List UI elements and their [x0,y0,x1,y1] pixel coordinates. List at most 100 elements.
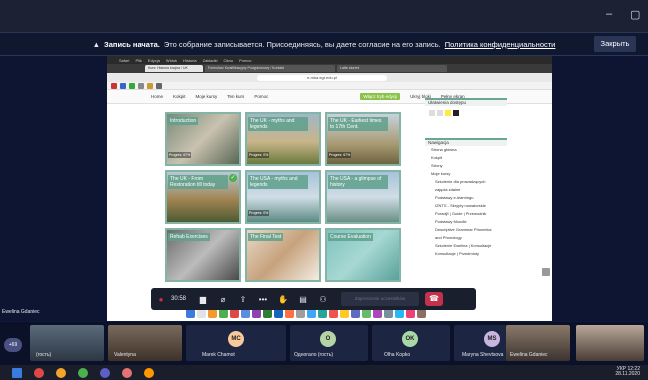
bookmark-icon [138,82,144,89]
font-size-icon [429,110,435,116]
app-icon[interactable] [144,367,154,378]
teams-icon[interactable] [100,367,110,378]
browser-tabs: Kurs: Historia krajów / UK Formularz Kwa… [107,64,552,73]
hang-up-button[interactable]: ☎ [425,292,443,306]
course-tile: The Final Test [245,228,321,282]
participants-strip: +69 (гость) Valentyna MC Marek Chamot O … [0,322,648,365]
font-size-icon [437,110,443,116]
browser-tab: Formularz Kwalifikacyjny Podyplomowy / K… [205,65,335,72]
tile-label: Introduction [168,117,199,125]
nav-header: Nawigacja [425,138,507,146]
menu-item: Okno [223,57,234,63]
avatar: MC [228,331,244,347]
bookmark-icon [120,82,126,89]
app-icon[interactable] [56,367,66,378]
participant-tile[interactable] [576,325,644,361]
avatar: O [320,331,336,347]
menu-item: Edycja [147,57,160,63]
recording-message: Это собрание записывается. Присоединяясь… [163,39,441,49]
menu-item: Zakładki [202,57,218,63]
menu-item: Widok [165,57,178,63]
app-icon[interactable] [122,367,132,378]
browser-tab: Latte aiorenl [337,65,447,72]
nav-tree-item: Szkolenie dla prowadzących [435,179,486,184]
share-screen-icon[interactable]: ⇪ [233,295,253,304]
tile-label: The UK - Earliest times to 17th Cent. [328,117,388,131]
bookmark-icon [129,82,135,89]
participant-name: Maryna Shevtsova [462,352,504,358]
close-banner-button[interactable]: Закрыть [594,36,636,52]
nav-tree-item: Moje kursy [431,171,451,176]
contrast-icon [445,110,451,116]
more-participants-badge[interactable]: +69 [4,338,22,352]
participant-tile[interactable]: Valentyna [108,325,182,361]
app-icon[interactable] [78,367,88,378]
app-icon[interactable] [34,367,44,378]
tile-progress: Progres: 67% [168,152,192,158]
address-bar: e-mka.egt.edu.pl [257,74,387,81]
mic-icon[interactable]: ⌀ [213,295,233,304]
course-tile: Course Evaluation [325,228,401,282]
tile-label: The UK - myths and legends [248,117,308,131]
shared-browser-window: Safari Plik Edycja Widok Historia Zakład… [107,56,552,321]
nav-home: Home [151,94,164,99]
nav-tree-item: and Phonology [435,235,462,240]
start-icon[interactable] [12,367,22,378]
bookmark-icon [156,82,162,89]
participant-name: Valentyna [114,352,136,358]
nav-tree-item: Strona główna [431,147,457,152]
participants-icon[interactable]: ⚇ [313,295,333,304]
participant-tile[interactable]: O Одногало (гость) [290,325,368,361]
access-header: Ułatwienia dostępu [425,98,507,106]
bookmarks-bar [107,82,552,90]
tile-label: Course Evaluation [328,233,373,241]
nav-tree-item: Poradỹi | Guide | Przewodnik [435,211,487,216]
raise-hand-icon[interactable]: ✋ [273,295,293,304]
recording-title: Запись начата. [104,39,160,49]
access-controls [425,106,507,134]
nav-tree-item: Podstawy Moodle [435,219,467,224]
nav-tree-item: Strony [431,163,443,168]
tile-progress: Progres: 67% [328,152,352,158]
course-tile: The UK - Earliest times to 17th Cent. Pr… [325,112,401,166]
privacy-policy-link[interactable]: Политика конфиденциальности [445,40,556,49]
participant-name: Одногало (гость) [294,352,334,358]
nav-tree-item: Descriptive Grammar Phonetics [435,227,492,232]
maximize-icon[interactable]: ▢ [630,8,640,21]
tile-progress: Progres: 0% [248,152,270,158]
bookmark-icon [111,82,117,89]
participant-tile[interactable]: (гость) [30,325,104,361]
tile-label: The Final Test [248,233,284,241]
call-timer: 30:58 [171,296,187,302]
mac-menubar: Safari Plik Edycja Widok Historia Zakład… [107,56,552,64]
participant-tile[interactable]: MC Marek Chamot [186,325,286,361]
contrast-icon [453,110,459,116]
course-tile: The USA - a glimpse of history [325,170,401,224]
nav-kokpit: Kokpit [173,94,186,99]
menu-item: Safari [119,57,130,63]
participant-name: Marek Chamot [202,352,235,358]
minimize-icon[interactable]: – [606,8,612,20]
nav-tree-item: Szkolenie Ewelina | Konsultacje [435,243,492,248]
tile-label: The USA - a glimpse of history [328,175,388,189]
more-icon[interactable]: ••• [253,295,273,304]
camera-icon[interactable]: ▆ [193,295,213,304]
recording-banner: ▲ Запись начата. Это собрание записывает… [0,32,648,56]
shared-screen-stage: Safari Plik Edycja Widok Historia Zakład… [0,56,648,321]
scroll-icon[interactable] [542,268,550,276]
tile-progress: Progres: 0% [248,210,270,216]
record-icon: ● [158,294,164,304]
bookmark-icon [147,82,153,89]
tile-label: The UK - From Restoration till today [168,175,228,189]
course-sidebar: Ułatwienia dostępu Nawigacja Strona głów… [425,98,507,258]
participant-tile[interactable]: OK Olha Kopko [372,325,450,361]
avatar: OK [402,331,418,347]
course-tile: The UK - From Restoration till today ✓ [165,170,241,224]
clock-date: 28.11.2020 [615,371,640,377]
invite-field[interactable]: Zaproszenie uczestników [341,292,419,306]
nav-this-course: Ten kurs [227,94,245,99]
participant-tile[interactable]: Ewelina Gdaniec [506,325,570,361]
chat-icon[interactable]: ▤ [293,295,313,304]
nav-tree: Strona główna Kokpit Strony Moje kursy S… [425,146,507,258]
avatar: MS [484,331,500,347]
